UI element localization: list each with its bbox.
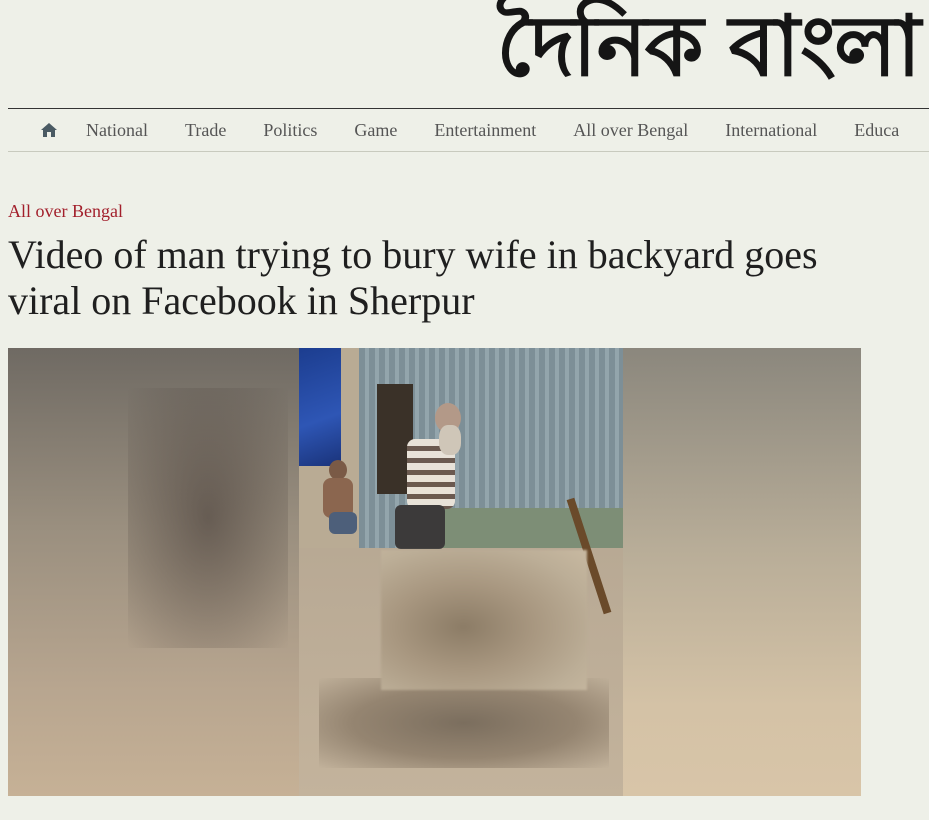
photo-rubble	[319, 678, 609, 768]
photo-blurred-region	[381, 550, 587, 690]
nav-item-game[interactable]: Game	[354, 120, 397, 141]
nav-item-national[interactable]: National	[86, 120, 148, 141]
nav-item-education[interactable]: Educa	[854, 120, 899, 141]
photo-scene	[299, 348, 623, 796]
photo-seated-person	[319, 460, 359, 540]
masthead: দৈনিক বাংলা	[0, 0, 929, 104]
nav-item-politics[interactable]: Politics	[263, 120, 317, 141]
article-photo	[8, 348, 861, 796]
site-logo[interactable]: দৈনিক বাংলা	[497, 0, 921, 96]
article-headline: Video of man trying to bury wife in back…	[8, 232, 818, 323]
photo-blur-left	[8, 348, 299, 796]
photo-blur-right	[623, 348, 861, 796]
photo-blue-awning	[299, 348, 341, 466]
nav-item-trade[interactable]: Trade	[185, 120, 226, 141]
photo-man	[395, 403, 475, 553]
nav-item-international[interactable]: International	[725, 120, 817, 141]
home-icon[interactable]	[40, 121, 58, 139]
article-category[interactable]: All over Bengal	[8, 201, 123, 222]
main-nav: National Trade Politics Game Entertainme…	[8, 108, 929, 152]
nav-item-all-over-bengal[interactable]: All over Bengal	[573, 120, 688, 141]
nav-item-entertainment[interactable]: Entertainment	[434, 120, 536, 141]
page: দৈনিক বাংলা National Trade Politics Game…	[0, 0, 929, 820]
